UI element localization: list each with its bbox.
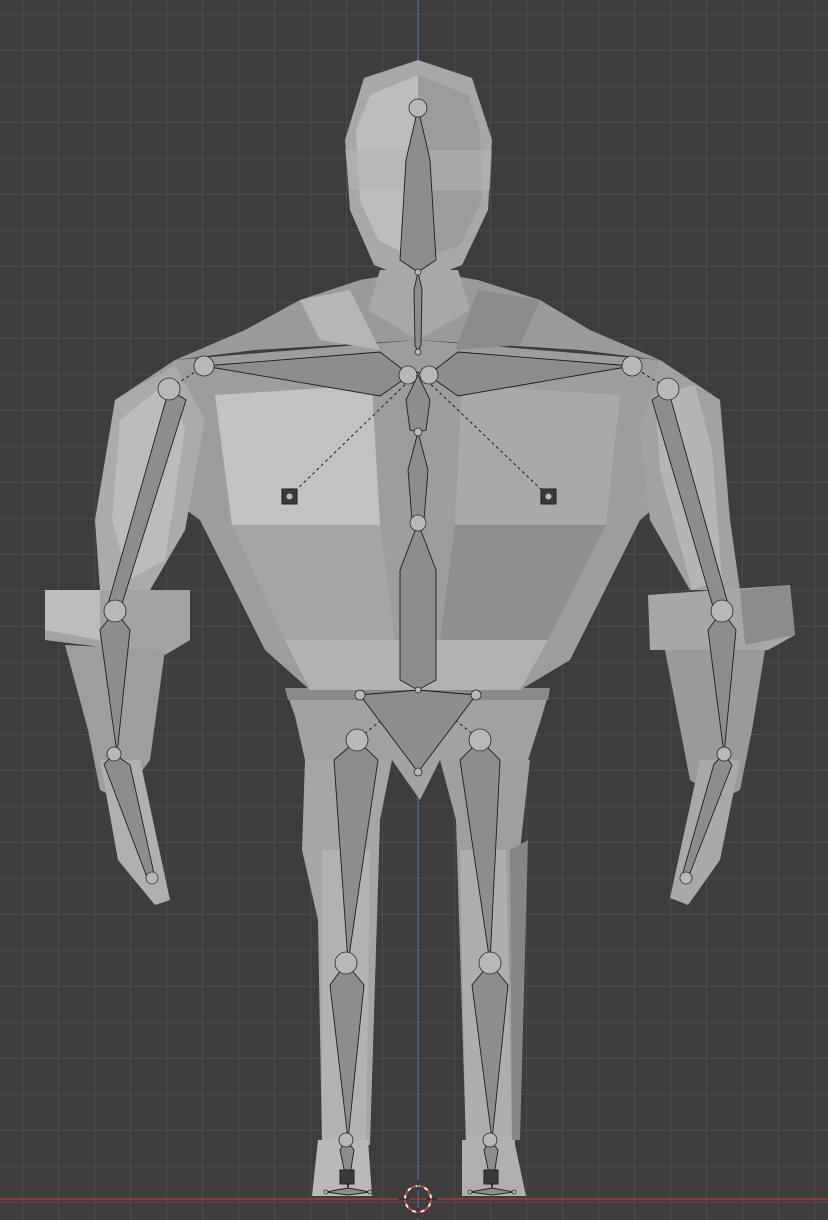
3d-viewport[interactable] [0, 0, 828, 1220]
viewport-canvas[interactable] [0, 0, 828, 1220]
bone-neck[interactable] [413, 271, 423, 354]
